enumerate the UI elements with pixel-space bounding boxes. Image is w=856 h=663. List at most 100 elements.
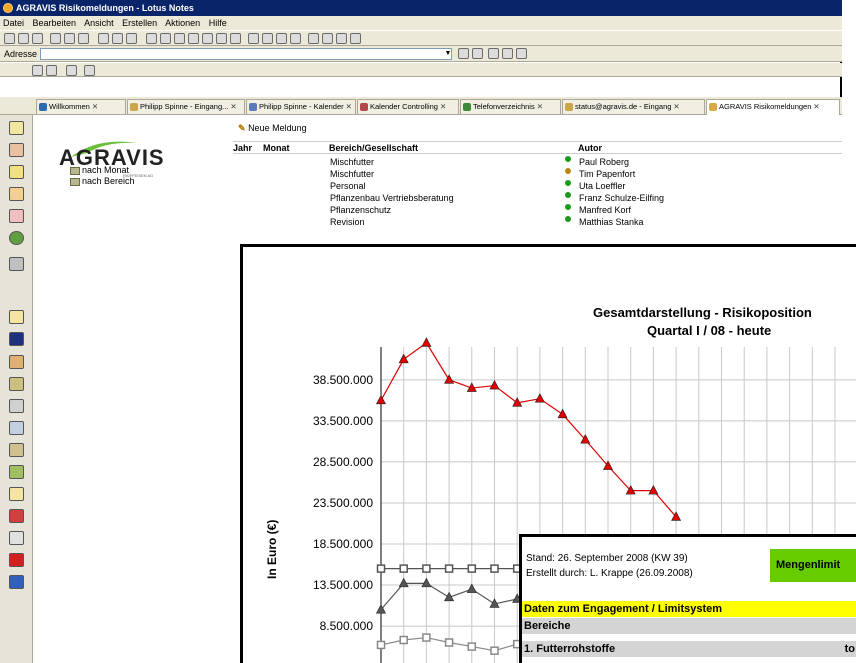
lotus-notes-icon [3,3,13,13]
databases-bookmark-icon[interactable] [9,257,24,271]
paste-icon[interactable] [126,33,137,44]
db-bookmark-1-icon[interactable] [9,355,24,369]
reload-icon[interactable] [502,48,513,59]
col-author[interactable]: Autor [578,142,602,154]
navigate-next-icon[interactable] [248,33,259,44]
menu-edit[interactable]: Bearbeiten [33,18,77,28]
previous-icon[interactable] [188,33,199,44]
properties-icon[interactable] [308,33,319,44]
db-bookmark-2-icon[interactable] [9,377,24,391]
close-icon[interactable]: ✕ [813,102,819,111]
menu-create[interactable]: Erstellen [122,18,157,28]
close-icon[interactable]: ✕ [346,102,352,111]
todo-bookmark-icon[interactable] [9,187,24,201]
table-row[interactable]: Revision Matthias Stanka [233,216,842,228]
data-point [376,394,386,405]
navigate-prev-icon[interactable] [262,33,273,44]
previous-unread-icon[interactable] [216,33,227,44]
tab-welcome[interactable]: Willkommen ✕ [36,99,126,114]
bookmark-icon[interactable] [66,65,77,76]
chart-bookmark-icon[interactable] [9,465,24,479]
menu-help[interactable]: Hilfe [209,18,227,28]
car-bookmark-icon[interactable] [9,509,24,523]
col-month[interactable]: Monat [263,142,290,154]
menu-file[interactable]: Datei [3,18,24,28]
close-icon[interactable]: ✕ [673,102,679,111]
db-bookmark-3-icon[interactable] [9,399,24,413]
cut-icon[interactable] [98,33,109,44]
menu-view[interactable]: Ansicht [84,18,114,28]
tab-inbox-philipp[interactable]: Philipp Spinne - Eingang... ✕ [127,99,245,114]
table-row[interactable]: Pflanzenschutz Manfred Korf [233,204,842,216]
close-icon[interactable]: ✕ [92,102,98,111]
row-author: Uta Loeffler [579,181,626,191]
print-icon[interactable] [78,33,89,44]
forward-nav-icon[interactable] [472,48,483,59]
window-icon[interactable] [84,65,95,76]
expand-icon[interactable] [146,33,157,44]
red-bookmark-icon[interactable] [9,553,24,567]
data-point [444,564,454,573]
blue-bookmark-icon[interactable] [9,575,24,589]
search-icon[interactable] [336,33,347,44]
refresh-icon[interactable] [230,33,241,44]
table-row[interactable]: Mischfutter Paul Roberg [233,156,842,168]
close-icon[interactable]: ✕ [440,102,446,111]
status-dot-icon [565,156,571,162]
address-bar: Adresse ▼ [0,46,842,62]
nav-by-month[interactable]: nach Monat [70,165,129,175]
next-unread-icon[interactable] [202,33,213,44]
db-bookmark-5-icon[interactable] [9,443,24,457]
row-author: Paul Roberg [579,157,630,167]
open-icon[interactable] [18,33,29,44]
col-year[interactable]: Jahr [233,142,252,154]
calendar-bookmark-icon[interactable] [9,143,24,157]
forward-icon[interactable] [64,33,75,44]
close-icon[interactable]: ✕ [230,102,236,111]
replicate-icon[interactable] [32,65,43,76]
navigate-main-icon[interactable] [290,33,301,44]
table-row[interactable]: Personal Uta Loeffler [233,180,842,192]
new-message-button[interactable]: ✎ Neue Meldung [238,123,307,134]
col-area[interactable]: Bereich/Gesellschaft [329,142,418,154]
mail-bookmark-icon[interactable] [9,121,24,135]
sync-icon[interactable] [46,65,57,76]
collapse-icon[interactable] [160,33,171,44]
navigate-parent-icon[interactable] [276,33,287,44]
tab-label: Philipp Spinne - Kalender [259,102,344,111]
stop-icon[interactable] [488,48,499,59]
table-row[interactable]: Mischfutter Tim Papenfort [233,168,842,180]
chevron-down-icon[interactable]: ▼ [444,49,452,59]
replicator-bookmark-icon[interactable] [9,231,24,245]
tab-status-inbox[interactable]: status@agravis.de - Eingang ✕ [562,99,705,114]
table-icon[interactable] [350,33,361,44]
contacts-bookmark-icon[interactable] [9,165,24,179]
tab-calendar-philipp[interactable]: Philipp Spinne - Kalender ✕ [246,99,356,114]
list-bookmark-icon[interactable] [9,531,24,545]
new-icon[interactable] [4,33,15,44]
tab-calendar-controlling[interactable]: Kalender Controlling ✕ [357,99,459,114]
folder-bookmark-icon[interactable] [9,310,24,324]
data-point [490,564,499,573]
address-input[interactable] [40,48,452,60]
tab-label: Kalender Controlling [370,102,438,111]
web-search-icon[interactable] [516,48,527,59]
tab-agravis-risk-reports[interactable]: AGRAVIS Risikomeldungen ✕ [706,99,840,115]
back-icon[interactable] [458,48,469,59]
next-icon[interactable] [174,33,185,44]
save-icon[interactable] [32,33,43,44]
table-row[interactable]: Pflanzenbau Vertriebsberatung Franz Schu… [233,192,842,204]
close-icon[interactable]: ✕ [537,102,543,111]
areas-header: Bereiche [522,618,856,634]
db-bookmark-4-icon[interactable] [9,421,24,435]
doc-bookmark-icon[interactable] [9,487,24,501]
nav-by-area[interactable]: nach Bereich [70,176,135,186]
tab-phone-directory[interactable]: Telefonverzeichnis ✕ [460,99,561,114]
binoculars-icon[interactable] [322,33,333,44]
mail-icon[interactable] [50,33,61,44]
menu-actions[interactable]: Aktionen [165,18,200,28]
report-bookmark-icon[interactable] [9,332,24,346]
y-tick-label: 33.500.000 [313,414,373,428]
copy-icon[interactable] [112,33,123,44]
notebook-bookmark-icon[interactable] [9,209,24,223]
